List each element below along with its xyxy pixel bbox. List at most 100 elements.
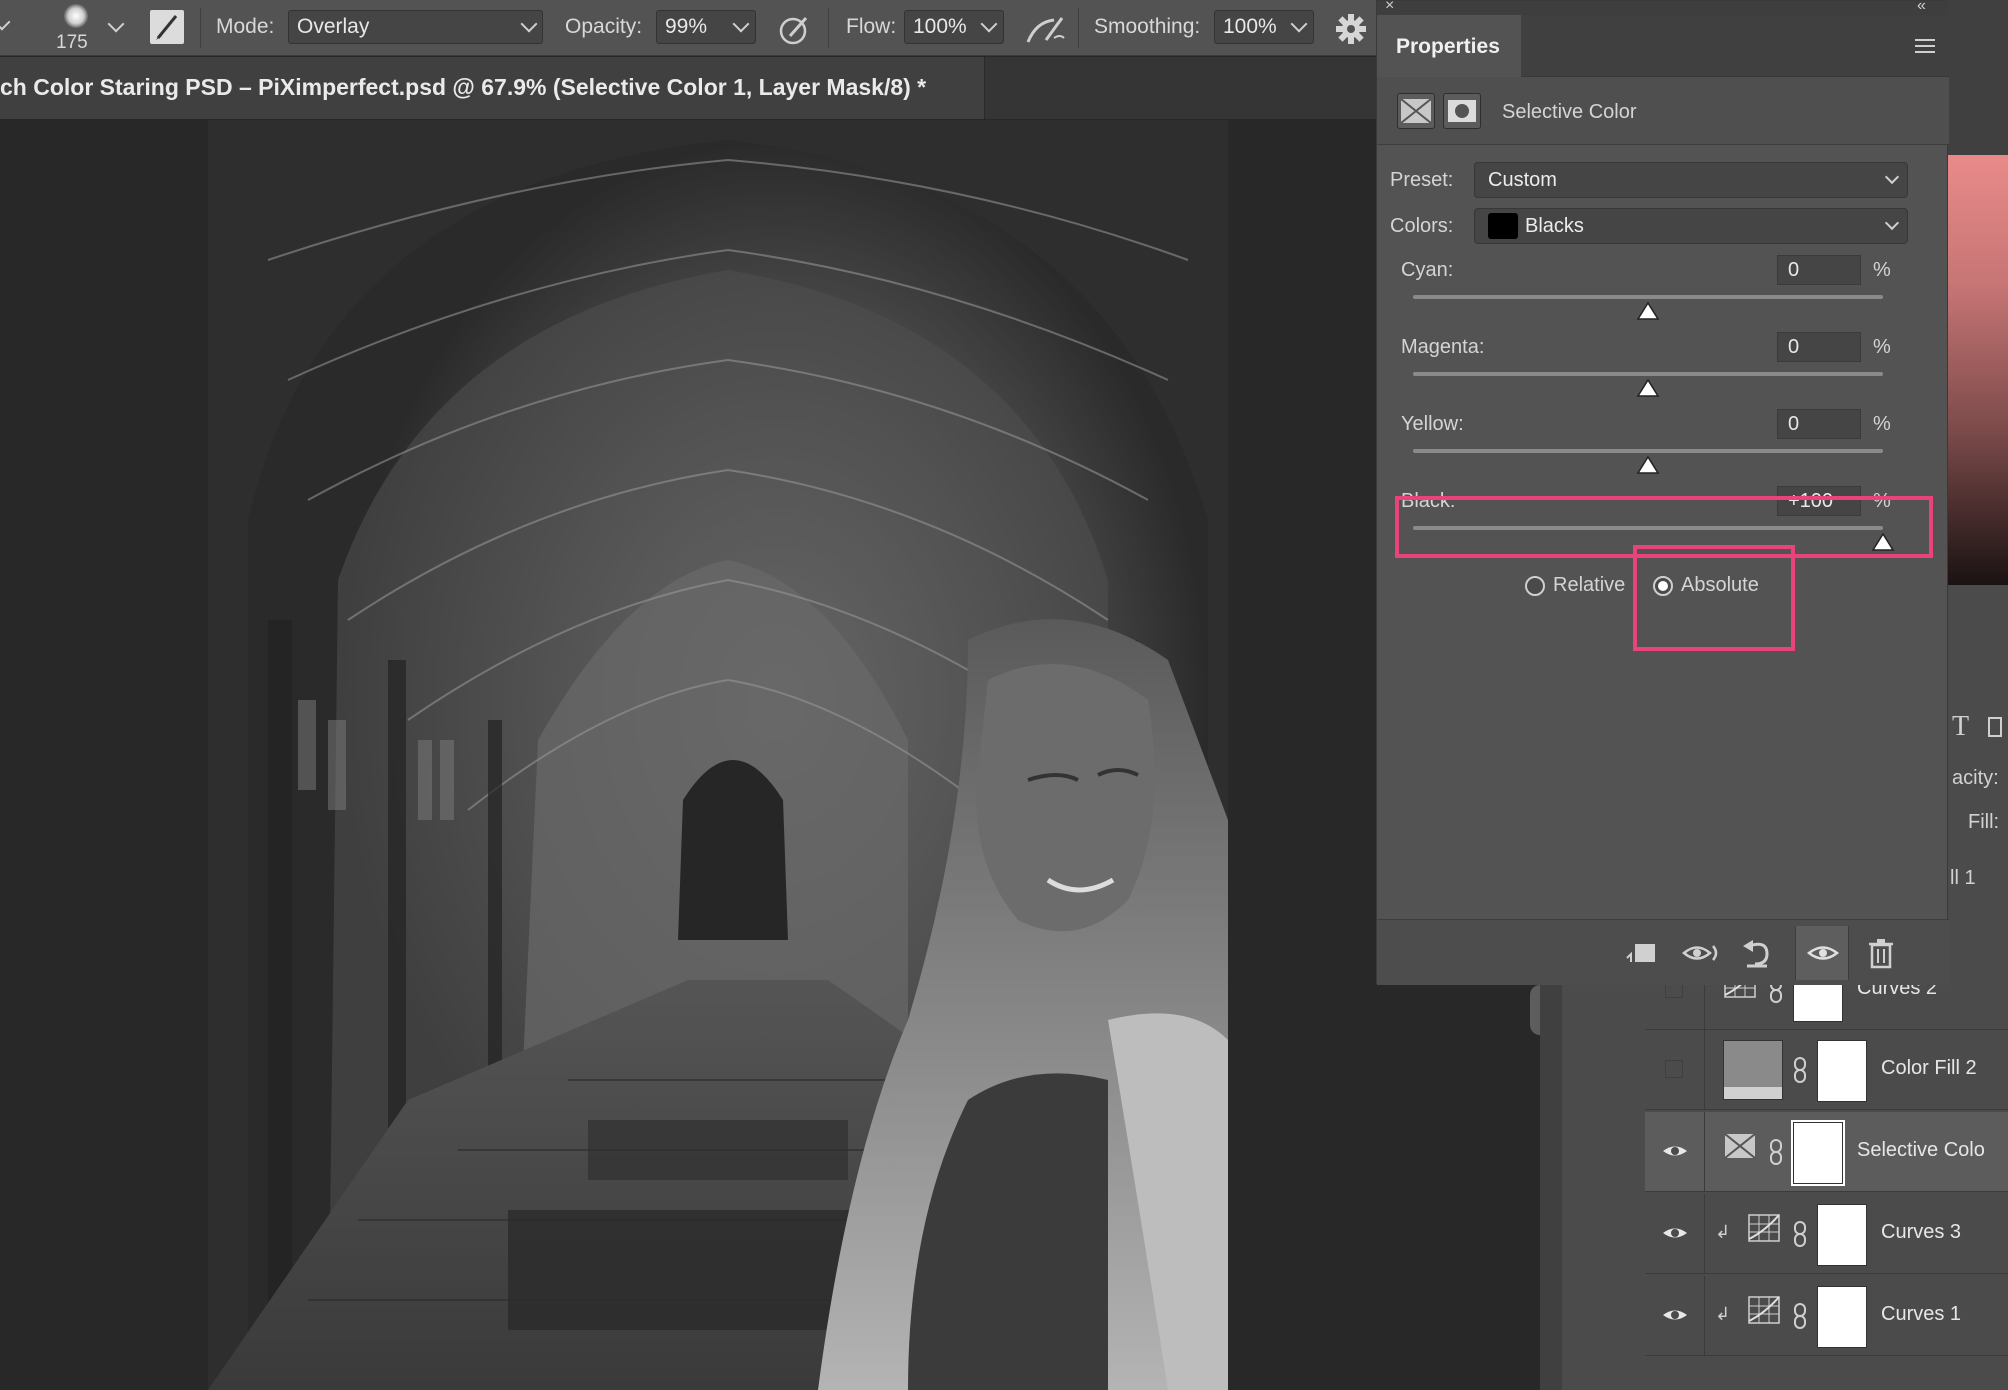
- view-previous-state-icon[interactable]: [1681, 936, 1718, 970]
- layer-name: Curves 3: [1881, 1221, 1962, 1243]
- separator: [828, 8, 829, 48]
- smoothing-value: 100%: [1223, 15, 1277, 38]
- hidden-visibility-box: [1665, 1060, 1683, 1078]
- layers-options-area: T acity: Fill: ll 1: [1948, 585, 2008, 985]
- separator: [1078, 8, 1079, 48]
- layer-row[interactable]: Selective Colo: [1645, 1112, 2008, 1192]
- link-chain-icon[interactable]: [1793, 1056, 1807, 1084]
- tab-properties[interactable]: Properties: [1377, 15, 1521, 77]
- yellow-label: Yellow:: [1401, 413, 1464, 435]
- layers-panel-gutter: [1540, 984, 1562, 1390]
- cloister-photo-illustration: [208, 120, 1228, 1390]
- panel-menu-icon[interactable]: [1915, 39, 1935, 53]
- opacity-value: 99%: [665, 15, 708, 38]
- color-fill-thumbnail[interactable]: [1723, 1040, 1783, 1100]
- close-icon[interactable]: ×: [1385, 0, 1394, 15]
- layer-mask-thumbnail[interactable]: [1817, 1286, 1867, 1348]
- preset-label: Preset:: [1390, 169, 1454, 191]
- collapse-icon[interactable]: «: [1917, 0, 1926, 15]
- magenta-slider-track[interactable]: [1413, 372, 1883, 376]
- yellow-value: 0: [1788, 413, 1800, 435]
- chevron-down-icon: [1290, 15, 1308, 33]
- colors-value: Blacks: [1525, 215, 1584, 237]
- toggle-visibility-button[interactable]: [1795, 926, 1849, 980]
- percent-sign: %: [1873, 259, 1891, 281]
- layer-name: Selective Colo: [1857, 1139, 1985, 1161]
- mode-label: Mode:: [216, 15, 275, 38]
- layer-visibility-toggle[interactable]: [1645, 1030, 1705, 1110]
- reset-icon[interactable]: [1739, 936, 1775, 970]
- layer-row[interactable]: ↲ Curves 3: [1645, 1194, 2008, 1274]
- layer-name: Curves 1: [1881, 1303, 1962, 1325]
- layer-row[interactable]: Color Fill 2: [1645, 1030, 2008, 1110]
- color-picker-field[interactable]: [1948, 155, 2008, 585]
- percent-sign: %: [1873, 413, 1891, 435]
- chevron-down-icon[interactable]: [0, 13, 11, 31]
- mode-select[interactable]: Overlay: [288, 10, 543, 44]
- properties-header: Selective Color: [1377, 77, 1949, 145]
- layer-visibility-toggle[interactable]: [1645, 1276, 1705, 1356]
- trash-icon[interactable]: [1863, 936, 1899, 970]
- brush-dropdown-chevron-icon[interactable]: [107, 15, 125, 33]
- colors-dropdown[interactable]: Blacks: [1474, 208, 1908, 244]
- options-bar: 175 Mode: Overlay Opacity: 99% Flow: 100…: [0, 0, 1380, 56]
- curves-adjustment-icon[interactable]: [1747, 1293, 1781, 1327]
- eye-icon: [1663, 1228, 1687, 1238]
- layer-mask-thumbnail[interactable]: [1817, 1204, 1867, 1266]
- curves-adjustment-icon[interactable]: [1747, 1211, 1781, 1245]
- brush-preset-picker[interactable]: 175: [50, 4, 100, 54]
- opacity-label: Opacity:: [565, 15, 643, 38]
- link-chain-icon[interactable]: [1769, 1138, 1783, 1166]
- brush-tip-icon: [64, 4, 88, 28]
- smoothing-field[interactable]: 100%: [1214, 10, 1314, 44]
- relative-radio[interactable]: [1525, 576, 1545, 596]
- cyan-slider-track[interactable]: [1413, 295, 1883, 299]
- layer-mask-thumbnail[interactable]: [1817, 1040, 1867, 1102]
- airbrush-icon[interactable]: [1024, 12, 1068, 46]
- eye-icon: [1806, 946, 1840, 960]
- layer-row[interactable]: ↲ Curves 1: [1645, 1276, 2008, 1356]
- shape-filter-icon[interactable]: [1988, 717, 2002, 737]
- gear-icon[interactable]: [1334, 12, 1368, 46]
- link-chain-icon[interactable]: [1793, 1302, 1807, 1330]
- colors-label: Colors:: [1390, 215, 1454, 237]
- link-chain-icon[interactable]: [1793, 1220, 1807, 1248]
- layer-visibility-toggle[interactable]: [1645, 1194, 1705, 1274]
- cyan-label: Cyan:: [1401, 259, 1454, 281]
- cyan-value: 0: [1788, 259, 1800, 281]
- chevron-down-icon: [1884, 215, 1900, 231]
- cyan-value-field[interactable]: 0: [1777, 255, 1861, 285]
- brush-settings-icon[interactable]: [150, 10, 184, 44]
- preset-dropdown[interactable]: Custom: [1474, 162, 1908, 198]
- layer-visibility-toggle[interactable]: [1645, 1112, 1705, 1192]
- type-filter-icon[interactable]: T: [1952, 711, 1969, 743]
- yellow-slider-track[interactable]: [1413, 449, 1883, 453]
- chevron-down-icon: [980, 15, 998, 33]
- document-tab[interactable]: ch Color Staring PSD – PiXimperfect.psd …: [0, 57, 985, 119]
- layer-mask-thumbnail[interactable]: [1791, 1120, 1845, 1186]
- yellow-value-field[interactable]: 0: [1777, 409, 1861, 439]
- tab-properties-label: Properties: [1396, 35, 1500, 58]
- layer-name-fragment: ll 1: [1950, 867, 1976, 889]
- selective-color-adjustment-icon[interactable]: [1723, 1129, 1757, 1163]
- properties-panel: × « Properties Selective Color Preset: C…: [1376, 0, 1949, 985]
- magenta-label: Magenta:: [1401, 336, 1485, 358]
- pressure-opacity-icon[interactable]: [778, 12, 812, 46]
- opacity-field[interactable]: 99%: [656, 10, 756, 44]
- clip-to-layer-icon[interactable]: [1623, 936, 1659, 970]
- layer-mask-icon[interactable]: [1443, 93, 1481, 129]
- magenta-value: 0: [1788, 336, 1800, 358]
- magenta-value-field[interactable]: 0: [1777, 332, 1861, 362]
- separator: [200, 8, 201, 48]
- relative-label[interactable]: Relative: [1553, 574, 1625, 597]
- selective-color-adjustment-icon[interactable]: [1397, 93, 1435, 129]
- flow-field[interactable]: 100%: [904, 10, 1004, 44]
- right-panel-dock: [1948, 0, 2008, 155]
- mode-value: Overlay: [297, 15, 370, 38]
- clipping-arrow-icon: ↲: [1715, 1222, 1731, 1242]
- document-canvas-image[interactable]: [208, 120, 1228, 1390]
- properties-footer: [1377, 919, 1949, 985]
- document-tab-title: ch Color Staring PSD – PiXimperfect.psd …: [0, 74, 927, 100]
- panel-titlebar: × «: [1377, 0, 1949, 15]
- smoothing-label: Smoothing:: [1094, 15, 1201, 38]
